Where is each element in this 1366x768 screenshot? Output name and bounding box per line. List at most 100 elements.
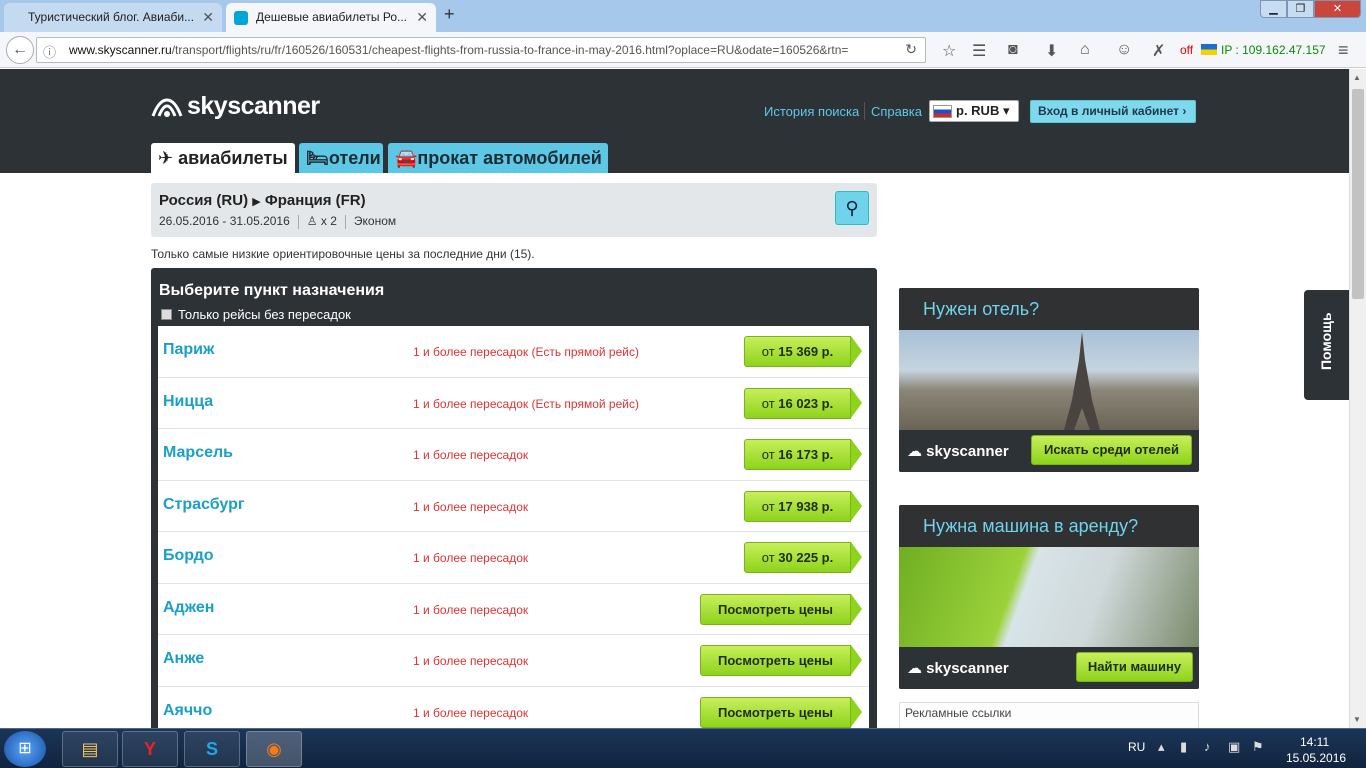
tab-car-rental[interactable]: 🚘прокат автомобилей bbox=[388, 143, 608, 173]
stops-info: 1 и более пересадок bbox=[413, 654, 529, 668]
signal-icon[interactable]: ▮ bbox=[1180, 739, 1187, 755]
proxy-off-label[interactable]: off bbox=[1180, 43, 1193, 57]
bookmark-star-icon[interactable]: ☆ bbox=[942, 41, 956, 61]
keyboard-language[interactable]: RU bbox=[1128, 740, 1145, 754]
tab-hotels-label: отели bbox=[328, 148, 381, 168]
route-to: Франция (FR) bbox=[264, 192, 366, 209]
tab-cars-label: прокат автомобилей bbox=[417, 148, 602, 168]
destination-link[interactable]: Париж bbox=[163, 341, 214, 359]
browser-tab-label: Дешевые авиабилеты Ро... bbox=[256, 10, 407, 24]
destination-row: Аджен 1 и более пересадок Посмотреть цен… bbox=[158, 584, 869, 635]
pocket-icon[interactable]: ◙ bbox=[1008, 41, 1018, 59]
currency-label: р. RUB bbox=[956, 103, 1000, 118]
window-maximize-button[interactable]: ❐ bbox=[1287, 0, 1314, 18]
bed-icon: 🛏 bbox=[306, 148, 329, 168]
destination-row: Париж 1 и более пересадок (Есть прямой р… bbox=[158, 326, 869, 378]
destination-link[interactable]: Анже bbox=[163, 650, 204, 668]
window-close-button[interactable]: ✕ bbox=[1314, 0, 1361, 18]
destination-link[interactable]: Бордо bbox=[163, 547, 214, 565]
clock-date[interactable]: 15.05.2016 bbox=[1286, 751, 1346, 765]
price-prefix: от bbox=[761, 550, 775, 565]
close-tab-icon[interactable]: ✕ bbox=[202, 3, 214, 31]
destination-link[interactable]: Ницца bbox=[163, 393, 213, 411]
price-value: 30 225 р. bbox=[778, 550, 834, 565]
view-prices-button[interactable]: Посмотреть цены bbox=[700, 696, 862, 728]
ip-label[interactable]: IP : 109.162.47.157 bbox=[1221, 43, 1326, 57]
smiley-icon[interactable]: ☺ bbox=[1116, 41, 1132, 59]
tray-expand-icon[interactable]: ▴ bbox=[1158, 739, 1165, 755]
price-prefix: от bbox=[761, 344, 775, 359]
search-hotels-button[interactable]: Искать среди отелей bbox=[1031, 435, 1192, 465]
skyscanner-logo[interactable]: skyscanner bbox=[151, 92, 320, 121]
price-button[interactable]: от 17 938 р. bbox=[744, 490, 862, 522]
currency-selector[interactable]: р. RUB ▾ bbox=[929, 100, 1019, 122]
download-icon[interactable]: ⬇ bbox=[1045, 41, 1058, 61]
network-icon[interactable]: ▣ bbox=[1228, 739, 1240, 755]
stops-info: 1 и более пересадок bbox=[413, 551, 529, 565]
search-button[interactable]: ⚲ bbox=[835, 191, 869, 225]
site-info-icon[interactable]: ⓘ bbox=[43, 42, 56, 61]
reload-icon[interactable]: ↻ bbox=[905, 41, 917, 58]
price-button[interactable]: от 16 023 р. bbox=[744, 387, 862, 419]
destination-row: Страсбург 1 и более пересадок от 17 938 … bbox=[158, 481, 869, 532]
car-ad-banner[interactable]: Нужна машина в аренду? ☁ skyscanner Найт… bbox=[899, 505, 1199, 689]
destination-row: Марсель 1 и более пересадок от 16 173 р. bbox=[158, 429, 869, 481]
scrollbar-thumb[interactable] bbox=[1352, 89, 1364, 299]
hotel-ad-banner[interactable]: Нужен отель? ☁ skyscanner Искать среди о… bbox=[899, 288, 1199, 472]
find-car-button[interactable]: Найти машину bbox=[1076, 652, 1193, 682]
stops-info: 1 и более пересадок bbox=[413, 705, 529, 720]
taskbar-skype[interactable]: S bbox=[184, 731, 240, 767]
view-prices-button[interactable]: Посмотреть цены bbox=[700, 645, 862, 676]
destination-link[interactable]: Аяччо bbox=[163, 702, 212, 720]
divider bbox=[297, 214, 299, 229]
divider bbox=[344, 214, 346, 229]
destination-link[interactable]: Страсбург bbox=[163, 496, 245, 514]
url-text[interactable]: www.skyscanner.ru/transport/flights/ru/f… bbox=[69, 43, 899, 57]
address-bar[interactable]: ⓘ www.skyscanner.ru/transport/flights/ru… bbox=[36, 37, 926, 63]
browser-tab-blog[interactable]: Туристический блог. Авиаби... ✕ bbox=[4, 3, 222, 32]
help-tab[interactable]: Помощь bbox=[1304, 290, 1349, 400]
help-link[interactable]: Справка bbox=[871, 104, 922, 119]
flag-icon[interactable]: ⚑ bbox=[1252, 739, 1264, 755]
direct-only-checkbox[interactable] bbox=[161, 309, 172, 320]
price-button[interactable]: от 16 173 р. bbox=[744, 439, 862, 470]
russia-flag-icon bbox=[933, 105, 952, 118]
search-icon: ⚲ bbox=[845, 198, 859, 218]
direct-only-label[interactable]: Только рейсы без пересадок bbox=[178, 307, 351, 322]
car-image bbox=[899, 547, 1199, 647]
skyscanner-logo: ☁ skyscanner bbox=[907, 442, 1009, 460]
home-icon[interactable]: ⌂ bbox=[1080, 41, 1090, 59]
price-button[interactable]: от 15 369 р. bbox=[744, 336, 862, 367]
new-tab-icon[interactable]: + bbox=[444, 4, 455, 25]
passenger-count: x 2 bbox=[320, 214, 337, 228]
price-button[interactable]: от 30 225 р. bbox=[744, 542, 862, 573]
window-minimize-button[interactable]: ▁ bbox=[1260, 0, 1287, 18]
start-button[interactable]: ⊞ bbox=[4, 731, 46, 767]
scroll-down-icon[interactable]: ▼ bbox=[1353, 715, 1361, 724]
route-arrow-icon: ▶ bbox=[252, 196, 261, 208]
login-button[interactable]: Вход в личный кабинет › bbox=[1030, 100, 1196, 123]
vertical-scrollbar[interactable]: ▲ ▼ bbox=[1349, 69, 1366, 728]
volume-icon[interactable]: ♪ bbox=[1204, 739, 1211, 754]
x-extension-icon[interactable]: ✗ bbox=[1152, 41, 1165, 61]
browser-tab-label: Туристический блог. Авиаби... bbox=[28, 10, 195, 24]
taskbar-firefox[interactable]: ◉ bbox=[246, 731, 302, 767]
hotel-ad-footer: ☁ skyscanner Искать среди отелей bbox=[899, 430, 1199, 472]
reading-list-icon[interactable]: ☰ bbox=[972, 41, 986, 61]
tab-hotels[interactable]: 🛏отели bbox=[299, 143, 383, 173]
destination-link[interactable]: Марсель bbox=[163, 444, 233, 462]
view-prices-button[interactable]: Посмотреть цены bbox=[700, 593, 862, 625]
taskbar-yandex[interactable]: Y bbox=[122, 731, 178, 767]
scroll-up-icon[interactable]: ▲ bbox=[1353, 73, 1361, 82]
back-arrow-icon[interactable]: ← bbox=[6, 36, 34, 64]
taskbar-explorer[interactable]: ▤ bbox=[62, 731, 118, 767]
close-tab-icon[interactable]: ✕ bbox=[416, 3, 428, 31]
tab-flights[interactable]: ✈ авиабилеты bbox=[151, 143, 295, 173]
windows-logo-icon: ⊞ bbox=[18, 740, 32, 757]
route-title: Россия (RU) ▶ Франция (FR) bbox=[159, 192, 366, 209]
search-history-link[interactable]: История поиска bbox=[764, 104, 859, 119]
clock-time[interactable]: 14:11 bbox=[1300, 735, 1329, 749]
browser-tab-skyscanner[interactable]: Дешевые авиабилеты Ро... ✕ bbox=[226, 3, 436, 32]
hamburger-menu-icon[interactable]: ≡ bbox=[1338, 40, 1349, 61]
destination-link[interactable]: Аджен bbox=[163, 599, 214, 617]
